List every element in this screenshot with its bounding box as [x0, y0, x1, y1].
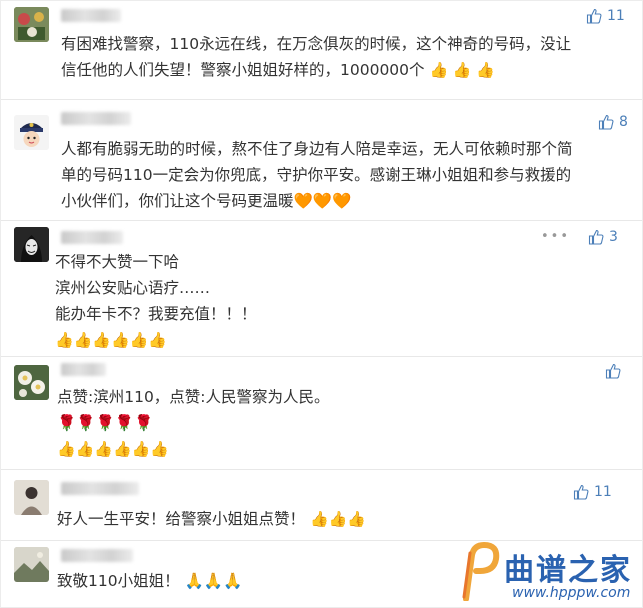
like-button[interactable]: 11 [586, 8, 625, 24]
username-blurred[interactable] [61, 9, 121, 22]
thumbs-up-icon [588, 229, 604, 245]
like-button[interactable]: 8 [598, 114, 628, 130]
username-blurred[interactable] [61, 231, 123, 244]
comment-text: 点赞:滨州110，点赞:人民警察为人民。 🌹🌹🌹🌹🌹 👍👍👍👍👍👍 [57, 384, 627, 462]
comment-text: 有困难找警察，110永远在线，在万念俱灰的时候，这个神奇的号码，没让 信任他的人… [61, 31, 631, 83]
thumbs-up-emojis: 👍👍👍 [309, 510, 366, 528]
thumbs-up-icon [605, 363, 621, 379]
comment-text: 人都有脆弱无助的时候，熬不住了身边有人陪是幸运，无人可依赖时那个简 单的号码11… [61, 136, 631, 214]
like-count: 11 [607, 8, 625, 24]
comment-list: 11 有困难找警察，110永远在线，在万念俱灰的时候，这个神奇的号码，没让 信任… [0, 0, 643, 608]
comment-item: ••• 3 不得不大赞一下哈 滨州公安贴心语疗…… 能办年卡不？我要充值！！！ … [1, 221, 642, 356]
like-count: 8 [619, 114, 628, 130]
comment-body: 致敬110小姐姐！ [57, 572, 180, 590]
thumbs-up-emojis: 👍👍👍👍👍👍 [55, 331, 168, 349]
watermark-url: www.hpppw.com [512, 585, 631, 601]
thumbs-up-icon [598, 114, 614, 130]
watermark-name: 曲谱之家 [504, 553, 632, 588]
flowers-photo-avatar[interactable] [14, 365, 49, 400]
thumbs-up-icon [586, 8, 602, 24]
username-blurred[interactable] [61, 482, 139, 495]
plants-photo-avatar[interactable] [14, 7, 49, 42]
landscape-photo-avatar[interactable] [14, 547, 49, 582]
person-photo-avatar[interactable] [14, 480, 49, 515]
police-cartoon-avatar[interactable] [14, 115, 49, 150]
comment-text: 不得不大赞一下哈 滨州公安贴心语疗…… 能办年卡不？我要充值！！！ 👍👍👍👍👍👍 [55, 249, 625, 353]
thumbs-up-icon [573, 484, 589, 500]
comment-item: 11 好人一生平安！给警察小姐姐点赞！ 👍👍👍 [1, 470, 642, 540]
site-watermark: 曲谱之家 www.hpppw.com [456, 539, 636, 605]
like-button[interactable]: 3 [588, 229, 618, 245]
like-button[interactable]: 11 [573, 484, 612, 500]
comment-item: 8 人都有脆弱无助的时候，熬不住了身边有人陪是幸运，无人可依赖时那个简 单的号码… [1, 100, 642, 220]
comment-text: 致敬110小姐姐！ 🙏🙏🙏 [57, 568, 417, 594]
like-count: 3 [609, 229, 618, 245]
username-blurred[interactable] [61, 363, 106, 376]
comment-item: 点赞:滨州110，点赞:人民警察为人民。 🌹🌹🌹🌹🌹 👍👍👍👍👍👍 [1, 357, 642, 469]
masked-figure-avatar[interactable] [14, 227, 49, 262]
thumbs-up-emojis: 👍👍👍👍👍👍 [57, 440, 170, 458]
comment-body: 好人一生平安！给警察小姐姐点赞！ [57, 510, 306, 528]
heart-emojis: 🧡🧡🧡 [293, 192, 352, 210]
thumbs-up-emojis: 👍 👍 👍 [429, 61, 496, 79]
comment-body: 不得不大赞一下哈 滨州公安贴心语疗…… 能办年卡不？我要充值！！！ [55, 253, 257, 323]
praying-hands-emojis: 🙏🙏🙏 [184, 572, 243, 590]
comment-body: 点赞:滨州110，点赞:人民警察为人民。 [57, 388, 330, 406]
more-options-button[interactable]: ••• [541, 229, 570, 244]
music-logo-icon [462, 541, 500, 601]
username-blurred[interactable] [61, 549, 133, 562]
rose-emojis: 🌹🌹🌹🌹🌹 [57, 414, 154, 432]
like-button[interactable] [605, 363, 626, 379]
comment-text: 好人一生平安！给警察小姐姐点赞！ 👍👍👍 [57, 506, 557, 532]
like-count: 11 [594, 484, 612, 500]
username-blurred[interactable] [61, 112, 131, 125]
comment-item: 11 有困难找警察，110永远在线，在万念俱灰的时候，这个神奇的号码，没让 信任… [1, 1, 642, 99]
